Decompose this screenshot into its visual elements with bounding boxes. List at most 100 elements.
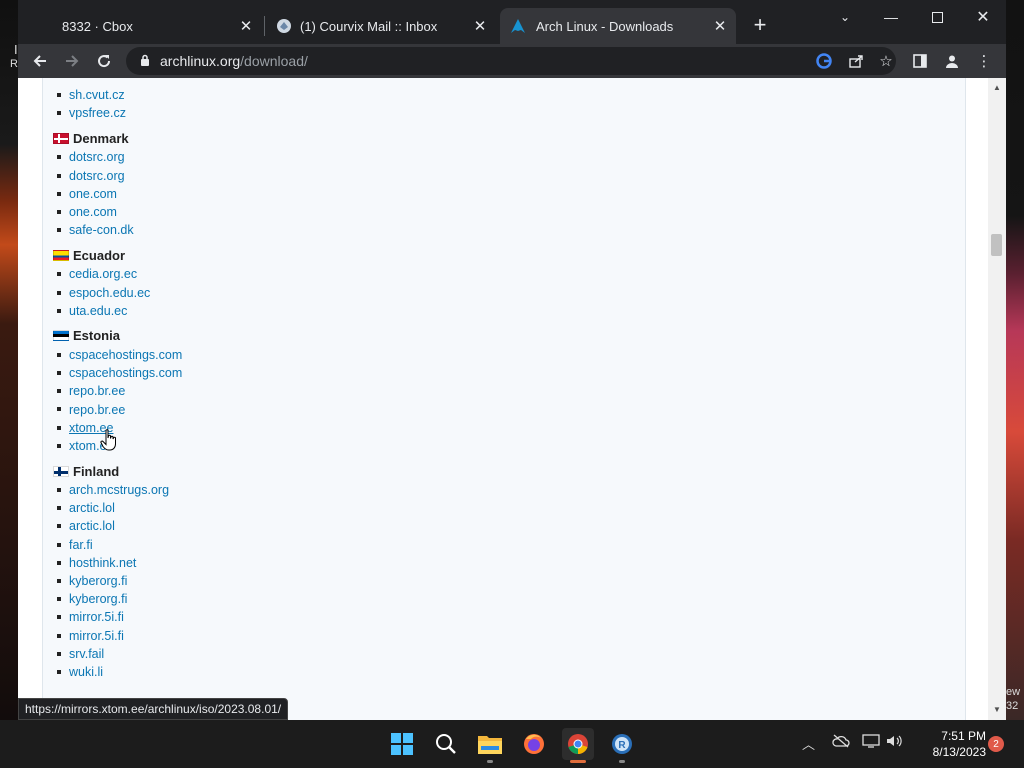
close-window-button[interactable]: ✕ <box>960 2 1006 32</box>
mirror-link[interactable]: sh.cvut.cz <box>69 88 125 102</box>
mirror-link[interactable]: mirror.5i.fi <box>69 610 124 624</box>
mirror-link[interactable]: srv.fail <box>69 647 104 661</box>
search-icon[interactable] <box>430 728 462 760</box>
kebab-menu-icon[interactable]: ⋮ <box>972 49 996 73</box>
google-lens-icon[interactable] <box>812 49 836 73</box>
mirror-link[interactable]: dotsrc.org <box>69 150 125 164</box>
bookmark-star-icon[interactable]: ☆ <box>874 49 898 73</box>
svg-text:R: R <box>618 740 626 751</box>
mirror-link[interactable]: vpsfree.cz <box>69 106 126 120</box>
running-indicator <box>487 760 493 763</box>
list-item: hosthink.net <box>53 554 753 572</box>
mirror-list: sh.cvut.cz vpsfree.cz Denmark dotsrc.org… <box>53 82 753 681</box>
mirror-link[interactable]: arch.mcstrugs.org <box>69 483 169 497</box>
browser-toolbar: archlinux.org/download/ ☆ ⋮ <box>18 44 1006 78</box>
tab-title: (1) Courvix Mail :: Inbox <box>300 18 438 34</box>
scroll-down-arrow-icon[interactable]: ▼ <box>988 702 1006 716</box>
show-hidden-icons-chevron-icon[interactable]: ︿ <box>802 734 815 753</box>
mirror-link[interactable]: one.com <box>69 205 117 219</box>
country-heading: Ecuador <box>53 245 753 265</box>
country-section-denmark: Denmark dotsrc.org dotsrc.org one.com on… <box>53 128 753 239</box>
country-continued <box>53 82 753 83</box>
minimize-button[interactable]: — <box>868 2 914 32</box>
chrome-icon[interactable] <box>562 728 594 763</box>
tab-arch-linux-downloads[interactable]: Arch Linux - Downloads ✕ <box>500 8 736 44</box>
list-item: srv.fail <box>53 645 753 663</box>
close-tab-icon[interactable]: ✕ <box>236 16 256 36</box>
estonia-flag-icon <box>53 330 69 342</box>
back-arrow-icon[interactable] <box>28 49 52 73</box>
mirror-link[interactable]: safe-con.dk <box>69 223 134 237</box>
list-item: dotsrc.org <box>53 148 753 166</box>
mirror-link[interactable]: wuki.li <box>69 665 103 679</box>
vertical-scrollbar[interactable]: ▲ ▼ <box>988 78 1006 720</box>
list-item: arch.mcstrugs.org <box>53 481 753 499</box>
firefox-icon[interactable] <box>518 728 550 760</box>
new-tab-button[interactable]: + <box>748 14 772 38</box>
share-icon[interactable] <box>844 49 868 73</box>
system-clock[interactable]: 7:51 PM 8/13/2023 <box>916 728 986 760</box>
list-item: dotsrc.org <box>53 167 753 185</box>
mirror-link[interactable]: cspacehostings.com <box>69 366 182 380</box>
maximize-button[interactable] <box>914 2 960 32</box>
forward-arrow-icon[interactable] <box>60 49 84 73</box>
list-item: arctic.lol <box>53 499 753 517</box>
mirror-link[interactable]: repo.br.ee <box>69 403 125 417</box>
list-item: mirror.5i.fi <box>53 627 753 645</box>
mirror-link[interactable]: repo.br.ee <box>69 384 125 398</box>
country-heading: Estonia <box>53 326 753 346</box>
close-tab-icon[interactable]: ✕ <box>470 16 490 36</box>
remote-app-icon[interactable]: R <box>606 728 638 763</box>
close-tab-icon[interactable]: ✕ <box>710 16 730 36</box>
tab-divider <box>264 16 265 36</box>
mirror-links: arch.mcstrugs.org arctic.lol arctic.lol … <box>53 481 753 681</box>
mirror-link[interactable]: dotsrc.org <box>69 169 125 183</box>
mirror-link[interactable]: kyberorg.fi <box>69 574 127 588</box>
notification-badge[interactable]: 2 <box>988 736 1004 752</box>
mirror-link[interactable]: cedia.org.ec <box>69 267 137 281</box>
lock-icon[interactable] <box>140 54 150 72</box>
running-indicator <box>619 760 625 763</box>
country-section-finland: Finland arch.mcstrugs.org arctic.lol arc… <box>53 461 753 681</box>
mirror-link[interactable]: far.fi <box>69 538 93 552</box>
hand-cursor-icon <box>100 429 118 456</box>
tab-title: 8332 · Cbox <box>62 18 133 34</box>
mirror-link[interactable]: espoch.edu.ec <box>69 286 150 300</box>
tab-strip: 8332 · Cbox ✕ (1) Courvix Mail :: Inbox … <box>18 0 1006 44</box>
list-item: repo.br.ee <box>53 400 753 418</box>
volume-icon[interactable] <box>886 734 904 751</box>
scroll-up-arrow-icon[interactable]: ▲ <box>988 80 1006 94</box>
side-panel-icon[interactable] <box>908 49 932 73</box>
list-item: arctic.lol <box>53 517 753 535</box>
list-item: espoch.edu.ec <box>53 284 753 302</box>
network-icon[interactable] <box>862 734 880 751</box>
mirror-links: cspacehostings.com cspacehostings.com re… <box>53 346 753 455</box>
address-bar[interactable]: archlinux.org/download/ ☆ <box>126 47 896 75</box>
mirror-link[interactable]: arctic.lol <box>69 519 115 533</box>
reload-icon[interactable] <box>92 49 116 73</box>
mirror-link[interactable]: arctic.lol <box>69 501 115 515</box>
arch-linux-icon <box>510 18 526 34</box>
tab-courvix-mail[interactable]: (1) Courvix Mail :: Inbox ✕ <box>266 8 496 44</box>
list-item: one.com <box>53 203 753 221</box>
denmark-flag-icon <box>53 132 69 144</box>
mirror-link[interactable]: uta.edu.ec <box>69 304 127 318</box>
ecuador-flag-icon <box>53 249 69 261</box>
tab-cbox[interactable]: 8332 · Cbox ✕ <box>24 8 262 44</box>
mirror-link[interactable]: mirror.5i.fi <box>69 629 124 643</box>
mirror-link[interactable]: one.com <box>69 187 117 201</box>
mirror-link[interactable]: kyberorg.fi <box>69 592 127 606</box>
list-item: far.fi <box>53 536 753 554</box>
list-item: repo.br.ee <box>53 382 753 400</box>
list-item: cspacehostings.com <box>53 346 753 364</box>
list-item: one.com <box>53 185 753 203</box>
profile-avatar-icon[interactable] <box>940 49 964 73</box>
onedrive-offline-icon[interactable] <box>832 734 850 751</box>
mirror-link[interactable]: cspacehostings.com <box>69 348 182 362</box>
tab-search-chevron-icon[interactable]: ⌄ <box>822 2 868 32</box>
windows-taskbar: R ︿ 7:51 PM 8/13/2023 2 <box>0 720 1024 768</box>
scrollbar-thumb[interactable] <box>991 234 1002 256</box>
start-icon[interactable] <box>386 728 418 760</box>
mirror-link[interactable]: hosthink.net <box>69 556 136 570</box>
file-explorer-icon[interactable] <box>474 728 506 763</box>
